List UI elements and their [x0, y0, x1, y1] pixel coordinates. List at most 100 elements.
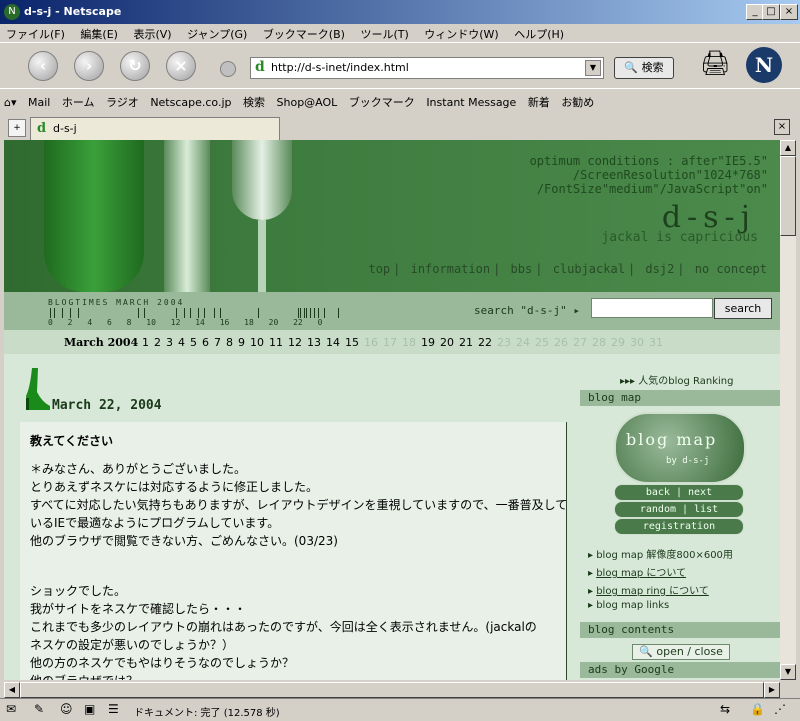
calendar-day[interactable]: 1: [142, 336, 149, 349]
registration-button[interactable]: registration: [614, 518, 744, 535]
blogtimes-tick: [318, 308, 319, 318]
calendar-day[interactable]: 22: [478, 336, 492, 349]
history-dropdown-icon[interactable]: [220, 61, 236, 77]
toolbar-instant-message[interactable]: Instant Message: [422, 91, 520, 113]
header-bottle-image: [164, 140, 210, 292]
close-button[interactable]: ×: [780, 4, 798, 20]
nav-top[interactable]: top: [365, 262, 393, 276]
toolbar-netscape-jp[interactable]: Netscape.co.jp: [146, 91, 235, 113]
maximize-button[interactable]: □: [762, 4, 780, 20]
calendar-day[interactable]: 8: [226, 336, 233, 349]
hour-label: 2: [67, 318, 73, 327]
calendar-day[interactable]: 14: [326, 336, 340, 349]
toolbar-home-icon[interactable]: ⌂▾: [0, 91, 21, 113]
toolbar-new[interactable]: 新着: [524, 89, 554, 113]
calendar-day[interactable]: 12: [288, 336, 302, 349]
address-book-icon[interactable]: ▣: [84, 702, 95, 716]
scroll-left-icon[interactable]: ◀: [4, 682, 20, 698]
toolbar-search[interactable]: 検索: [239, 89, 269, 113]
blogtimes-tick: [310, 308, 311, 318]
tab-d-s-j[interactable]: d d-s-j: [30, 117, 280, 140]
calendar-day[interactable]: 21: [459, 336, 473, 349]
sidebar-link-about[interactable]: blog map について: [596, 568, 686, 579]
scroll-up-icon[interactable]: ▲: [780, 140, 796, 156]
close-tab-button[interactable]: ×: [774, 119, 790, 135]
blogtimes-tick: [176, 308, 177, 318]
nav-information[interactable]: information: [408, 262, 493, 276]
search-button[interactable]: 🔍 検索: [614, 57, 674, 79]
menu-bookmarks[interactable]: ブックマーク(B): [257, 24, 351, 44]
back-button[interactable]: ‹: [28, 51, 58, 81]
menu-window[interactable]: ウィンドウ(W): [418, 24, 504, 44]
tab-label: d-s-j: [53, 122, 77, 135]
calendar-day[interactable]: 5: [190, 336, 197, 349]
reload-button[interactable]: ↻: [120, 51, 150, 81]
hour-label: 22: [293, 318, 303, 327]
stop-button[interactable]: ×: [166, 51, 196, 81]
site-search-button[interactable]: search: [714, 298, 772, 319]
scroll-down-icon[interactable]: ▼: [780, 664, 796, 680]
hour-label: 20: [268, 318, 279, 327]
nav-clubjackal[interactable]: clubjackal: [550, 262, 628, 276]
open-close-button[interactable]: 🔍 open / close: [632, 644, 730, 660]
toolbar-radio[interactable]: ラジオ: [102, 89, 143, 113]
horizontal-scroll-thumb[interactable]: [20, 682, 764, 698]
menu-view[interactable]: 表示(V): [127, 24, 177, 44]
post-line: 他のブラウザで閲覧できない方、ごめんなさい。(03/23): [30, 534, 338, 548]
toolbar-home[interactable]: ホーム: [58, 89, 99, 113]
calendar-day[interactable]: 2: [154, 336, 161, 349]
calendar-day[interactable]: 15: [345, 336, 359, 349]
calendar-day[interactable]: 9: [238, 336, 245, 349]
calendar-day[interactable]: 3: [166, 336, 173, 349]
blogtimes-tick: [306, 308, 307, 318]
blog-map-banner[interactable]: blog map by d-s-j: [614, 412, 746, 484]
menu-tools[interactable]: ツール(T): [354, 24, 414, 44]
mail-status-icon[interactable]: ✉: [6, 702, 16, 716]
url-bar[interactable]: d ▼: [250, 57, 604, 79]
calendar-day[interactable]: 11: [269, 336, 283, 349]
composer-icon[interactable]: ✎: [34, 702, 44, 716]
random-list-button[interactable]: random | list: [614, 501, 744, 518]
calendar-day[interactable]: 4: [178, 336, 185, 349]
url-dropdown-icon[interactable]: ▼: [585, 60, 601, 76]
print-icon[interactable]: 🖨: [700, 49, 736, 81]
menu-go[interactable]: ジャンプ(G): [181, 24, 253, 44]
toolbar-shop-aol[interactable]: Shop@AOL: [273, 91, 342, 113]
vertical-scrollbar[interactable]: ▲ ▼: [780, 140, 796, 680]
horizontal-scrollbar[interactable]: ◀ ▶: [4, 682, 780, 698]
calendar-day[interactable]: 19: [421, 336, 435, 349]
back-next-button[interactable]: back | next: [614, 484, 744, 501]
scroll-thumb[interactable]: [780, 156, 796, 236]
calendar-day[interactable]: 7: [214, 336, 221, 349]
personal-toolbar: ⌂▾ Mail ホーム ラジオ Netscape.co.jp 検索 Shop@A…: [0, 88, 800, 114]
url-input[interactable]: [271, 60, 571, 74]
nav-dsj2[interactable]: dsj2: [642, 262, 677, 276]
blog-ranking-link[interactable]: ▸▸▸ 人気のblog Ranking: [620, 372, 733, 387]
calendar-day[interactable]: 10: [250, 336, 264, 349]
calendar-day: 25: [535, 336, 549, 349]
security-lock-icon: 🔒: [750, 702, 765, 716]
toolbar-mail[interactable]: Mail: [24, 91, 54, 113]
tab-favicon: d: [37, 121, 47, 136]
calendar-day[interactable]: 13: [307, 336, 321, 349]
post-line: ＊みなさん、ありがとうございました。: [30, 462, 247, 476]
site-search-input[interactable]: [591, 298, 713, 318]
toolbar-recommend[interactable]: お勧め: [557, 89, 598, 113]
sidebar-link-ring[interactable]: blog map ring について: [596, 586, 709, 597]
sidebar-link-links[interactable]: blog map links: [596, 600, 669, 611]
menu-file[interactable]: ファイル(F): [0, 24, 71, 44]
title-bar: N d-s-j - Netscape _ □ ×: [0, 0, 800, 24]
forward-button[interactable]: ›: [74, 51, 104, 81]
im-icon[interactable]: ☺: [60, 702, 73, 716]
blogtimes-hours: 0 2 4 6 8 10 12 14 16 18 20 22 0: [48, 318, 322, 327]
calendar-day[interactable]: 20: [440, 336, 454, 349]
scroll-right-icon[interactable]: ▶: [764, 682, 780, 698]
menu-edit[interactable]: 編集(E): [74, 24, 124, 44]
sidebar-link-800x600[interactable]: blog map 解像度800×600用: [596, 550, 733, 561]
menu-help[interactable]: ヘルプ(H): [508, 24, 570, 44]
new-tab-icon[interactable]: +: [8, 119, 26, 137]
nav-no-concept[interactable]: no concept: [692, 262, 770, 276]
nav-bbs[interactable]: bbs: [508, 262, 536, 276]
toolbar-bookmarks[interactable]: ブックマーク: [345, 89, 419, 113]
calendar-day[interactable]: 6: [202, 336, 209, 349]
